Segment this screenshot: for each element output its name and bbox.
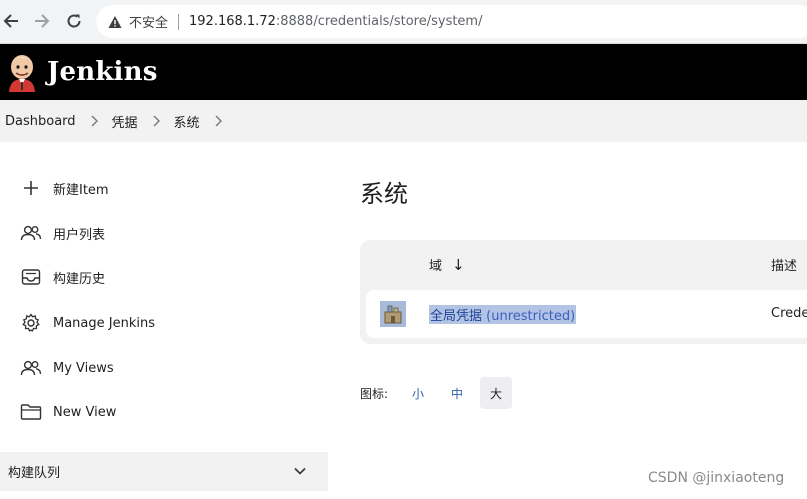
folder-icon <box>20 401 42 423</box>
chevron-right-icon <box>90 115 98 127</box>
chevron-right-icon <box>152 115 160 127</box>
address-divider <box>178 13 180 30</box>
sidebar-item-build-history[interactable]: 构建历史 <box>20 265 105 289</box>
users-icon <box>20 357 42 379</box>
plus-icon <box>20 177 42 199</box>
sidebar-item-label: My Views <box>53 360 114 376</box>
icon-size-large[interactable]: 大 <box>480 377 513 409</box>
credentials-table: 域 ↓ 描述 全局凭据 (unrestricted) Crede <box>360 240 807 344</box>
column-header-description[interactable]: 描述 <box>771 255 797 274</box>
icon-size-medium[interactable]: 中 <box>441 377 473 409</box>
row-description: Crede <box>771 306 807 321</box>
global-credentials-link[interactable]: 全局凭据 (unrestricted) <box>429 305 577 324</box>
back-icon[interactable] <box>0 10 22 32</box>
sidebar-item-label: Manage Jenkins <box>53 315 155 331</box>
jenkins-header: Jenkins <box>0 44 807 100</box>
domain-scope: (unrestricted) <box>486 309 576 324</box>
build-queue-label: 构建队列 <box>8 466 61 481</box>
sidebar-item-label: 用户列表 <box>53 227 106 243</box>
inbox-icon <box>20 266 42 288</box>
browser-toolbar: 不安全 192.168.1.72 :8888/credentials/store… <box>0 0 807 44</box>
icon-size-label: 图标: <box>360 386 389 401</box>
icon-size-selector: 图标: 小 中 大 <box>360 377 519 409</box>
url-path: :8888/credentials/store/system/ <box>275 14 483 29</box>
build-queue-header[interactable]: 构建队列 <box>0 452 328 491</box>
page-title: 系统 <box>360 180 408 208</box>
forward-icon[interactable] <box>31 10 53 32</box>
users-icon <box>20 222 42 244</box>
sidebar-item-manage-jenkins[interactable]: Manage Jenkins <box>20 311 155 335</box>
sidebar-item-my-views[interactable]: My Views <box>20 356 114 380</box>
sidebar-item-label: 构建历史 <box>53 271 106 287</box>
warning-icon <box>108 15 122 29</box>
address-bar[interactable]: 不安全 192.168.1.72 :8888/credentials/store… <box>96 5 807 38</box>
gear-icon <box>20 312 42 334</box>
sort-arrow-icon: ↓ <box>452 255 465 274</box>
breadcrumb-dashboard[interactable]: Dashboard <box>5 114 76 129</box>
breadcrumb: Dashboard 凭据 系统 <box>0 100 807 142</box>
column-header-domain-label: 域 <box>429 259 443 274</box>
sidebar: 新建Item 用户列表 构建历史 Manage Jenkins My Views… <box>0 142 330 499</box>
url-host: 192.168.1.72 <box>189 14 276 29</box>
sidebar-item-users[interactable]: 用户列表 <box>20 221 105 245</box>
jenkins-logo-icon[interactable] <box>6 52 40 92</box>
chevron-down-icon[interactable] <box>294 464 306 479</box>
column-header-domain[interactable]: 域 ↓ <box>429 255 465 275</box>
sidebar-item-new-item[interactable]: 新建Item <box>20 176 109 200</box>
reload-icon[interactable] <box>63 10 85 32</box>
app-title[interactable]: Jenkins <box>47 57 158 87</box>
table-row: 全局凭据 (unrestricted) Crede <box>366 290 807 338</box>
sidebar-item-label: 新建Item <box>53 182 109 198</box>
sidebar-item-new-view[interactable]: New View <box>20 400 116 424</box>
security-label[interactable]: 不安全 <box>129 12 168 31</box>
watermark: CSDN @jinxiaoteng <box>648 470 785 486</box>
breadcrumb-system[interactable]: 系统 <box>174 112 200 131</box>
sidebar-item-label: New View <box>53 404 117 420</box>
domain-name: 全局凭据 <box>430 309 483 324</box>
credentials-store-icon <box>380 301 406 327</box>
breadcrumb-credentials[interactable]: 凭据 <box>112 112 138 131</box>
icon-size-small[interactable]: 小 <box>402 377 434 409</box>
chevron-right-icon[interactable] <box>214 115 222 127</box>
